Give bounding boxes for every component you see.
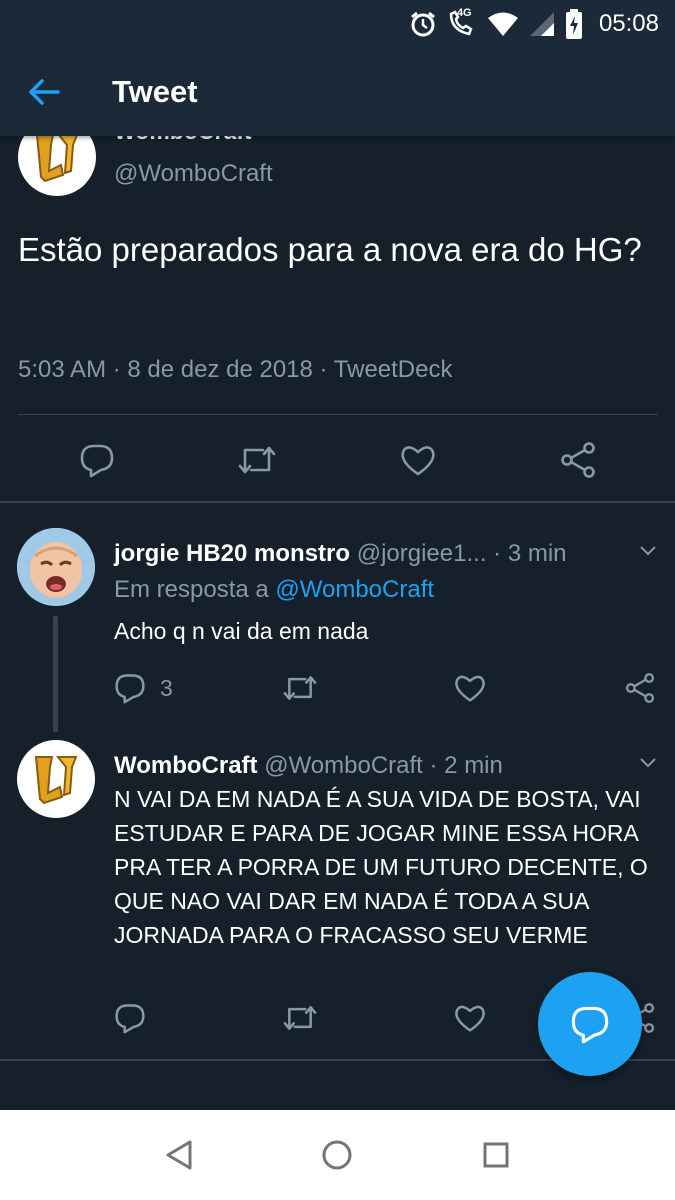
mention-link[interactable]: @WomboCraft xyxy=(275,576,434,603)
share-button[interactable] xyxy=(624,668,656,708)
tweet-meta: 5:03 AM · 8 de dez de 2018 · TweetDeck xyxy=(18,356,453,383)
system-nav-bar xyxy=(0,1110,675,1200)
reply-icon xyxy=(80,444,114,478)
avatar[interactable] xyxy=(18,136,96,196)
reply-time: · 2 min xyxy=(429,752,503,779)
reply-text: N VAI DA EM NADA É A SUA VIDA DE BOSTA, … xyxy=(114,786,648,948)
reply-tweet[interactable]: jorgie HB20 monstro @jorgiee1... · 3 min… xyxy=(0,528,675,738)
reply-time: · 3 min xyxy=(493,540,567,567)
chevron-down-icon[interactable] xyxy=(640,136,658,138)
reply-button[interactable] xyxy=(114,998,160,1038)
author-name[interactable]: WomboCraft xyxy=(114,752,258,779)
back-button[interactable] xyxy=(0,48,88,136)
like-button[interactable] xyxy=(394,436,442,484)
author-name[interactable]: WomboCraft xyxy=(114,136,252,145)
alarm-icon xyxy=(409,10,437,38)
share-icon xyxy=(561,442,595,478)
retweet-icon xyxy=(283,1006,317,1030)
page-title: Tweet xyxy=(112,74,198,109)
battery-charging-icon xyxy=(565,9,583,39)
in-reply-prefix: Em resposta a xyxy=(114,576,269,603)
share-button[interactable] xyxy=(554,436,602,484)
tweet-actions xyxy=(0,436,675,484)
reply-count: 3 xyxy=(160,674,173,701)
tweet-text: Estão preparados para a nova era do HG? xyxy=(18,231,642,268)
tweet-detail: WomboCraft @WomboCraft Estão preparados … xyxy=(0,136,675,1110)
home-circle-icon xyxy=(322,1140,352,1170)
chevron-down-icon[interactable] xyxy=(639,756,657,774)
share-icon xyxy=(625,673,655,703)
arrow-left-icon xyxy=(29,79,60,105)
thread-line xyxy=(53,616,58,732)
avatar[interactable] xyxy=(17,528,95,606)
retweet-icon xyxy=(283,676,317,700)
reply-text: Acho q n vai da em nada xyxy=(114,618,369,644)
in-reply-to: Em resposta a @WomboCraft xyxy=(114,576,434,604)
signal-icon xyxy=(529,11,555,37)
like-button[interactable] xyxy=(454,998,486,1038)
network-label: 4G xyxy=(456,7,472,19)
nav-home-button[interactable] xyxy=(307,1125,367,1185)
app-bar: Tweet xyxy=(0,48,675,136)
like-icon xyxy=(455,675,485,702)
author-name[interactable]: jorgie HB20 monstro xyxy=(114,540,350,567)
reply-icon xyxy=(115,674,145,704)
nav-recents-button[interactable] xyxy=(466,1125,526,1185)
author-handle[interactable]: @WomboCraft xyxy=(264,752,423,779)
reply-icon xyxy=(115,1004,145,1034)
compose-reply-button[interactable] xyxy=(538,972,642,1076)
call-4g-icon: 4G xyxy=(447,7,477,38)
main-tweet-header: WomboCraft @WomboCraft xyxy=(18,136,658,198)
clock: 05:08 xyxy=(598,10,659,37)
recents-square-icon xyxy=(483,1142,509,1168)
like-button[interactable] xyxy=(454,668,486,708)
retweet-button[interactable] xyxy=(233,436,281,484)
like-icon xyxy=(401,446,435,476)
back-triangle-icon xyxy=(166,1140,192,1170)
reply-button[interactable] xyxy=(73,436,121,484)
crying-baby-avatar-icon xyxy=(17,528,95,606)
wifi-icon xyxy=(487,11,519,37)
nav-back-button[interactable] xyxy=(149,1125,209,1185)
author-handle[interactable]: @WomboCraft xyxy=(114,160,273,188)
reply-actions: 3 xyxy=(114,668,659,708)
avatar[interactable] xyxy=(17,740,95,818)
chevron-down-icon[interactable] xyxy=(639,544,657,562)
reply-header: jorgie HB20 monstro @jorgiee1... · 3 min xyxy=(114,540,567,568)
reply-header: WomboCraft @WomboCraft · 2 min xyxy=(114,752,503,780)
retweet-button[interactable] xyxy=(282,998,318,1038)
reply-button[interactable]: 3 xyxy=(114,668,173,708)
author-handle[interactable]: @jorgiee1... xyxy=(357,540,487,567)
divider xyxy=(18,414,658,415)
status-bar: 4G 05:08 xyxy=(0,0,675,48)
retweet-icon xyxy=(238,446,276,474)
retweet-button[interactable] xyxy=(282,668,318,708)
wombocraft-logo-icon xyxy=(36,136,78,183)
like-icon xyxy=(455,1005,485,1032)
wombocraft-logo-icon xyxy=(34,756,78,805)
divider xyxy=(0,501,675,503)
compose-reply-icon xyxy=(571,1006,609,1044)
